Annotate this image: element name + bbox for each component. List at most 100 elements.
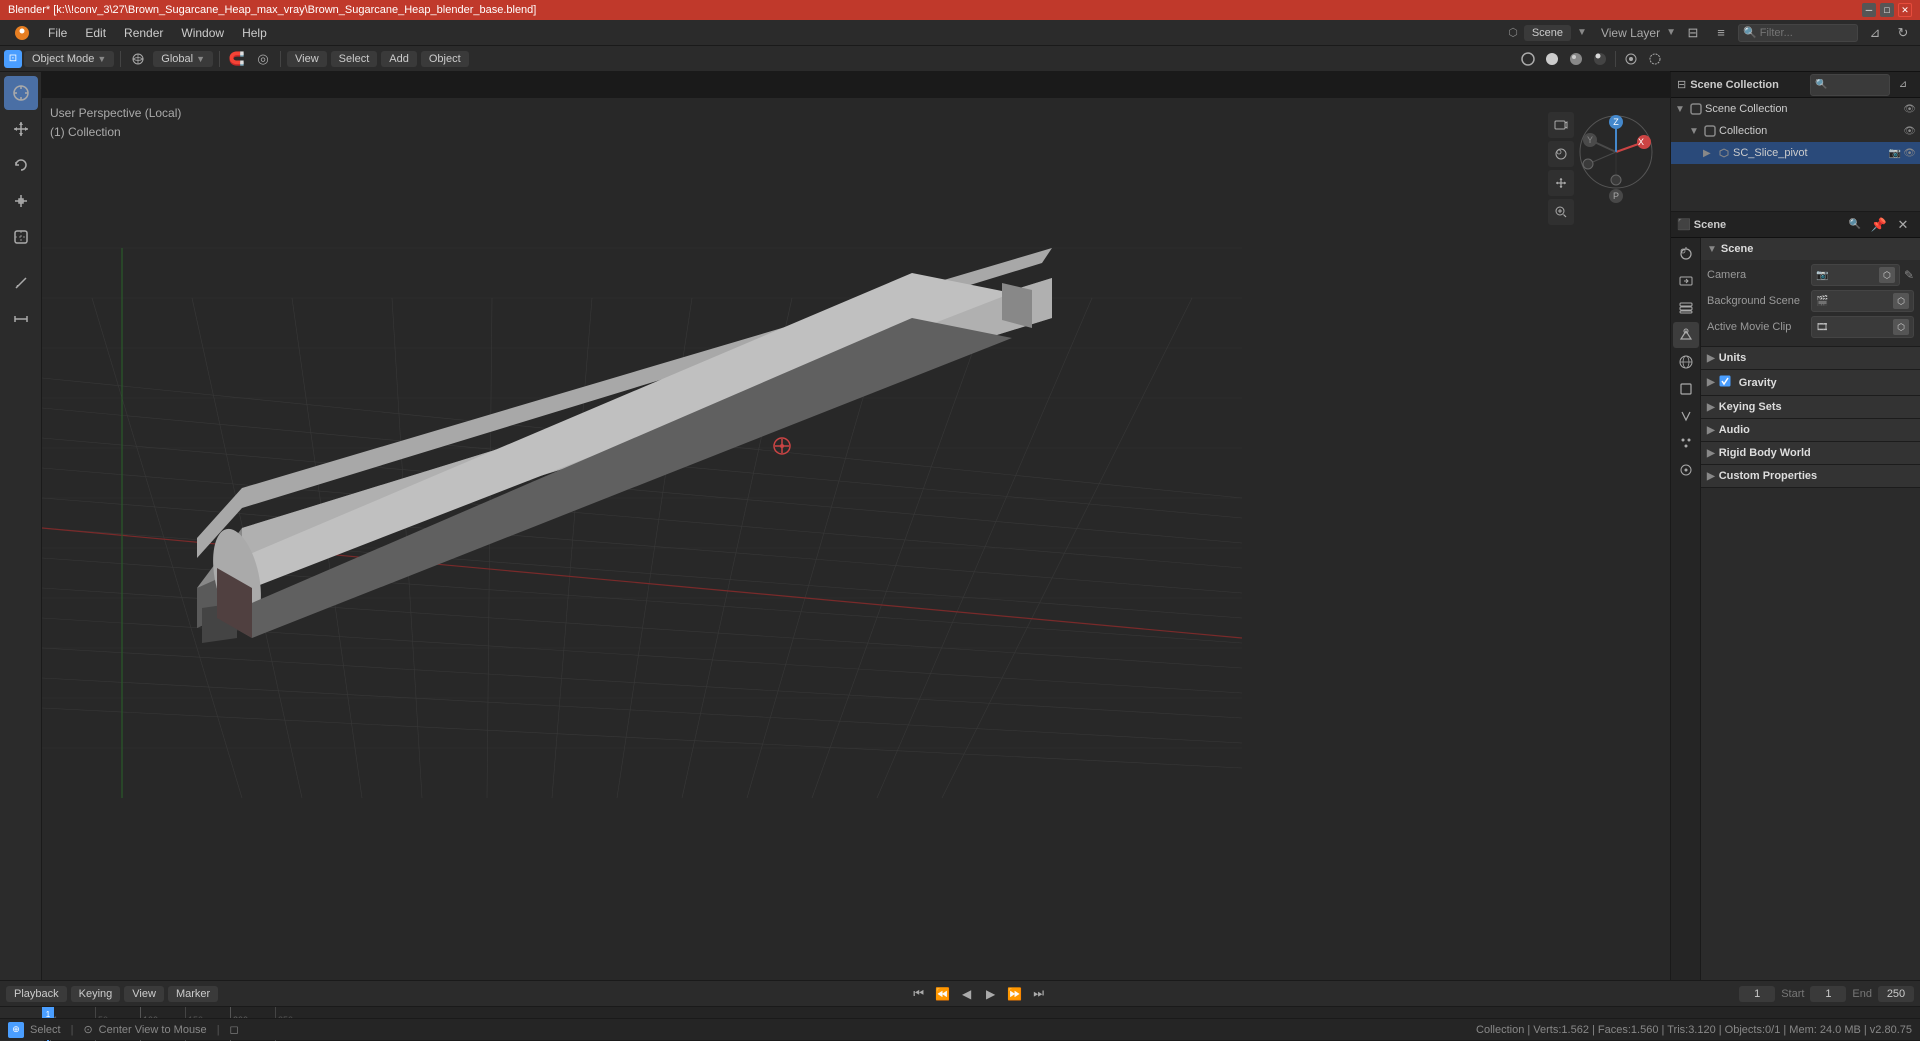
proportional-btn[interactable]: ◎	[252, 48, 274, 70]
outliner-sync[interactable]: ↻	[1892, 22, 1914, 44]
maximize-button[interactable]: □	[1880, 3, 1894, 17]
xray-btn[interactable]	[1644, 48, 1666, 70]
render-preview-btn[interactable]	[1548, 141, 1574, 167]
bg-scene-browse-btn[interactable]: ⬡	[1893, 293, 1909, 309]
separator2	[219, 51, 220, 67]
outliner-icon2[interactable]: ≡	[1710, 22, 1732, 44]
props-tab-physics[interactable]	[1673, 457, 1699, 483]
jump-end-btn[interactable]: ⏭	[1029, 984, 1049, 1004]
camera-browse-btn[interactable]: ⬡	[1879, 267, 1895, 283]
menu-window[interactable]: Window	[173, 24, 232, 42]
menu-blender[interactable]	[6, 23, 38, 43]
scale-tool-button[interactable]	[4, 184, 38, 218]
keying-sets-header[interactable]: ▶ Keying Sets	[1701, 396, 1920, 418]
camera-view-btn[interactable]	[1548, 112, 1574, 138]
transform-tool-button[interactable]	[4, 220, 38, 254]
global-label[interactable]: Global ▼	[153, 51, 213, 67]
gravity-section-header[interactable]: ▶ Gravity	[1701, 370, 1920, 395]
viewport-3d[interactable]: User Perspective (Local) (1) Collection …	[42, 98, 1670, 980]
props-tab-world[interactable]	[1673, 349, 1699, 375]
status-left: ⊕ Select | ⊙ Center View to Mouse | ◻	[8, 1022, 1468, 1038]
audio-section-header[interactable]: ▶ Audio	[1701, 419, 1920, 441]
camera-edit-btn[interactable]: ✎	[1904, 268, 1914, 282]
outliner-search-small[interactable]	[1810, 74, 1890, 96]
units-section-header[interactable]: ▶ Units	[1701, 347, 1920, 369]
cursor-tool-button[interactable]	[4, 76, 38, 110]
movie-clip-input[interactable]: 🎞 ⬡	[1811, 316, 1914, 338]
gravity-checkbox[interactable]	[1719, 375, 1731, 390]
annotate-tool-button[interactable]	[4, 266, 38, 300]
scene-collection-label: Scene Collection	[1705, 103, 1788, 115]
custom-props-header[interactable]: ▶ Custom Properties	[1701, 465, 1920, 487]
close-button[interactable]: ✕	[1898, 3, 1912, 17]
viewport-shading-material[interactable]	[1565, 48, 1587, 70]
select-menu[interactable]: Select	[331, 51, 378, 67]
current-frame-input[interactable]: 1	[1739, 986, 1775, 1002]
view-menu[interactable]: View	[287, 51, 327, 67]
custom-props-section: ▶ Custom Properties	[1701, 465, 1920, 488]
props-tab-output[interactable]	[1673, 268, 1699, 294]
minimize-button[interactable]: ─	[1862, 3, 1876, 17]
collection-visibility-icon[interactable]: 👁	[1903, 126, 1916, 137]
rigid-body-header[interactable]: ▶ Rigid Body World	[1701, 442, 1920, 464]
props-tab-viewlayer[interactable]	[1673, 295, 1699, 321]
playback-menu[interactable]: Playback	[6, 986, 67, 1002]
camera-input[interactable]: 📷 ⬡	[1811, 264, 1900, 286]
props-search-btn[interactable]: 🔍	[1844, 214, 1866, 236]
object-mode-dropdown[interactable]: Object Mode ▼	[24, 51, 114, 67]
scene-section-header[interactable]: ▼ Scene	[1701, 238, 1920, 260]
prev-frame-btn[interactable]: ⏪	[933, 984, 953, 1004]
global-dropdown[interactable]	[127, 48, 149, 70]
bg-scene-input[interactable]: 🎬 ⬡	[1811, 290, 1914, 312]
object-visibility-icon[interactable]: 👁	[1903, 148, 1916, 159]
props-pin-btn[interactable]: 📌	[1868, 214, 1890, 236]
play-rev-btn[interactable]: ◀	[957, 984, 977, 1004]
move-tool-button[interactable]	[4, 112, 38, 146]
props-tab-object[interactable]	[1673, 376, 1699, 402]
jump-start-btn[interactable]: ⏮	[909, 984, 929, 1004]
move-view-btn[interactable]	[1548, 170, 1574, 196]
outliner-scene-collection[interactable]: ▼ Scene Collection 👁	[1671, 98, 1920, 120]
menu-file[interactable]: File	[40, 24, 75, 42]
outliner-collection[interactable]: ▼ Collection 👁	[1671, 120, 1920, 142]
end-frame-input[interactable]: 250	[1878, 986, 1914, 1002]
measure-tool-button[interactable]	[4, 302, 38, 336]
props-tab-render[interactable]	[1673, 241, 1699, 267]
scene-selector[interactable]: Scene	[1524, 25, 1571, 41]
keying-menu[interactable]: Keying	[71, 986, 121, 1002]
start-frame-input[interactable]: 1	[1810, 986, 1846, 1002]
play-btn[interactable]: ▶	[981, 984, 1001, 1004]
viewport-shading-solid[interactable]	[1541, 48, 1563, 70]
movie-clip-browse-btn[interactable]: ⬡	[1893, 319, 1909, 335]
object-render-icon[interactable]: 📷	[1889, 148, 1901, 159]
outliner-icon1[interactable]: ⊟	[1682, 22, 1704, 44]
props-tab-particles[interactable]	[1673, 430, 1699, 456]
viewport-shading-render[interactable]	[1589, 48, 1611, 70]
zoom-btn[interactable]	[1548, 199, 1574, 225]
add-menu[interactable]: Add	[381, 51, 417, 67]
outliner-filter-btn[interactable]: ⊿	[1892, 74, 1914, 96]
navigation-gizmo[interactable]: X Y Z P	[1576, 112, 1656, 192]
bg-scene-field: Background Scene 🎬 ⬡	[1707, 290, 1914, 312]
menu-edit[interactable]: Edit	[77, 24, 114, 42]
marker-menu[interactable]: Marker	[168, 986, 218, 1002]
next-frame-btn[interactable]: ⏩	[1005, 984, 1025, 1004]
viewport-shading-wire[interactable]	[1517, 48, 1539, 70]
timeline-header: Playback Keying View Marker ⏮ ⏪ ◀ ▶ ⏩ ⏭ …	[0, 981, 1920, 1007]
scene-visibility-icon[interactable]: 👁	[1903, 104, 1916, 115]
props-close-btn[interactable]: ✕	[1892, 214, 1914, 236]
overlays-btn[interactable]	[1620, 48, 1642, 70]
outliner-object-sc-slice[interactable]: ▶ SC_Slice_pivot 📷 👁	[1671, 142, 1920, 164]
outliner-search[interactable]	[1738, 24, 1858, 42]
menu-help[interactable]: Help	[234, 24, 275, 42]
props-tab-modifiers[interactable]	[1673, 403, 1699, 429]
outliner-filter[interactable]: ⊿	[1864, 22, 1886, 44]
object-menu[interactable]: Object	[421, 51, 469, 67]
snap-btn[interactable]: 🧲	[226, 48, 248, 70]
props-tab-scene[interactable]	[1673, 322, 1699, 348]
menu-render[interactable]: Render	[116, 24, 171, 42]
gizmo-persp-btn[interactable]: P	[1609, 189, 1623, 203]
properties-tabs	[1671, 238, 1701, 1040]
rotate-tool-button[interactable]	[4, 148, 38, 182]
view-menu-tl[interactable]: View	[124, 986, 164, 1002]
